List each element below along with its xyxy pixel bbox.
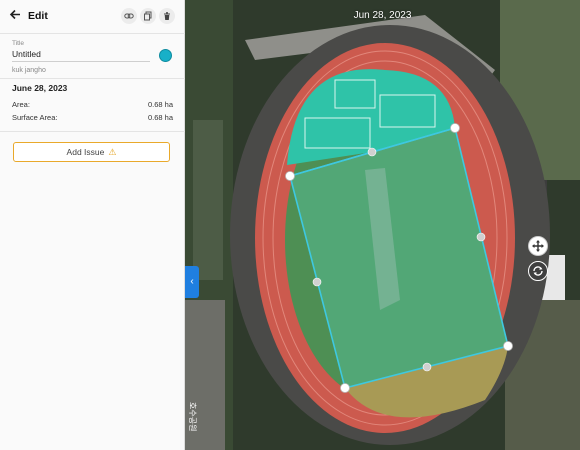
- map-view[interactable]: 호수공원 Jun 28, 2023: [185, 0, 580, 450]
- collapse-panel-button[interactable]: ‹: [185, 266, 199, 298]
- title-input[interactable]: Untitled: [12, 49, 41, 59]
- move-icon: [532, 240, 544, 252]
- arrow-left-icon: [9, 9, 20, 20]
- panel-title: Edit: [28, 10, 48, 22]
- author-name: kuk jangho: [12, 67, 46, 74]
- map-side-label: 호수공원: [188, 402, 197, 431]
- copy-icon: [144, 11, 152, 21]
- edit-panel: Edit Title Untitled kuk jangho June 28, …: [0, 0, 185, 450]
- link-icon: [124, 13, 134, 19]
- area-value: 0.68 ha: [147, 100, 173, 109]
- area-label: Area:: [12, 100, 30, 109]
- capture-date: June 28, 2023: [12, 83, 68, 93]
- stats-divider: [0, 131, 185, 132]
- link-button[interactable]: [121, 8, 137, 24]
- map-date: Jun 28, 2023: [353, 10, 412, 21]
- delete-button[interactable]: [159, 8, 175, 24]
- trash-icon: [164, 12, 170, 20]
- surface-area-label: Surface Area:: [12, 113, 58, 122]
- back-button[interactable]: [9, 8, 23, 24]
- aerial-imagery: 호수공원: [185, 0, 580, 450]
- add-issue-label: Add Issue: [66, 147, 105, 157]
- meta-divider: [0, 78, 185, 79]
- title-underline: [12, 61, 150, 62]
- header-divider: [0, 33, 185, 34]
- panel-header: Edit: [0, 0, 185, 34]
- add-issue-button[interactable]: Add Issue ⚠: [13, 142, 170, 162]
- move-button[interactable]: [528, 236, 548, 256]
- rotate-button[interactable]: [528, 261, 548, 281]
- color-picker[interactable]: [159, 49, 172, 62]
- copy-button[interactable]: [140, 8, 156, 24]
- chevron-left-icon: ‹: [190, 276, 194, 287]
- surface-area-value: 0.68 ha: [147, 113, 173, 122]
- title-label: Title: [12, 40, 25, 47]
- rotate-icon: [533, 266, 543, 276]
- warning-icon: ⚠: [108, 147, 117, 157]
